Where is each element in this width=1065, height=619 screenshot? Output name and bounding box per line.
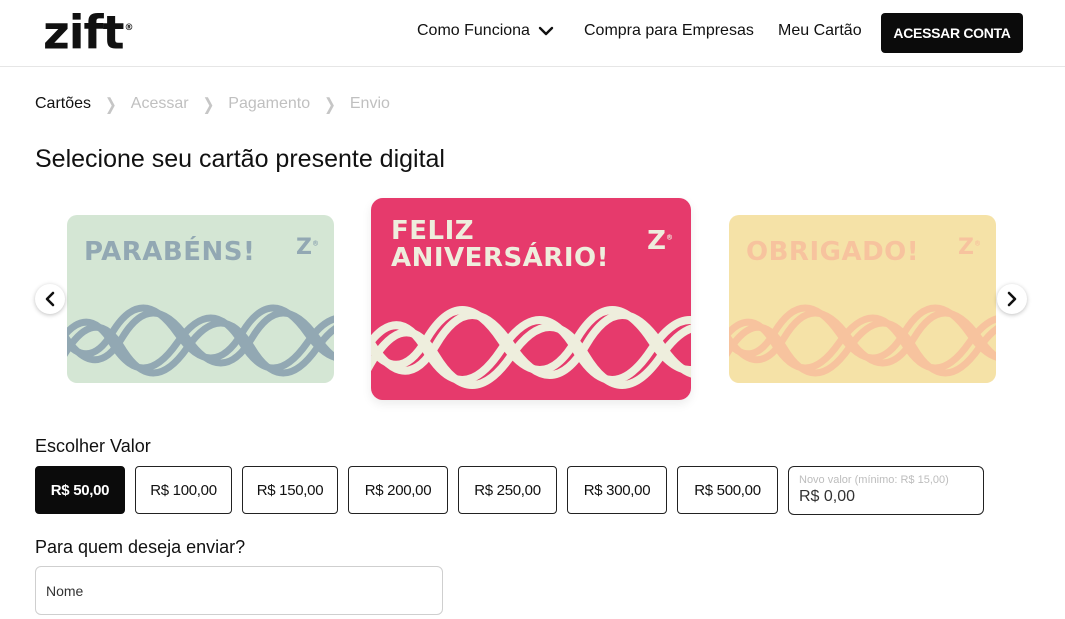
value-option-50[interactable]: R$ 50,00 xyxy=(35,466,125,514)
logo-text[interactable]: zift xyxy=(43,5,125,59)
site-header: zift® Como Funciona Compra para Empresas… xyxy=(0,0,1065,67)
zift-mark-icon: Z® xyxy=(647,226,673,256)
page-title: Selecione seu cartão presente digital xyxy=(35,145,445,173)
acessar-conta-button[interactable]: ACESSAR CONTA xyxy=(881,13,1023,53)
ribbon-pattern xyxy=(729,304,996,377)
chevron-left-icon[interactable] xyxy=(43,291,57,307)
para-quem-label: Para quem deseja enviar? xyxy=(35,537,246,557)
value-option-500[interactable]: R$ 500,00 xyxy=(677,466,778,514)
zift-logo[interactable]: zift® xyxy=(43,2,134,60)
gift-card-obrigado[interactable]: OBRIGADO! Z® xyxy=(729,215,996,383)
custom-value-placeholder: Novo valor (mínimo: R$ 15,00) xyxy=(799,474,949,486)
chevron-right-icon: ❯ xyxy=(202,94,215,114)
nav-como-funciona[interactable]: Como Funciona xyxy=(417,21,554,41)
chevron-right-icon: ❯ xyxy=(324,94,336,114)
carousel-next-button[interactable] xyxy=(997,284,1027,314)
value-option-200[interactable]: R$ 200,00 xyxy=(348,466,448,514)
escolher-valor-label: Escolher Valor xyxy=(35,436,151,456)
name-input[interactable] xyxy=(35,566,443,615)
value-option-250[interactable]: R$ 250,00 xyxy=(458,466,557,514)
value-option-300[interactable]: R$ 300,00 xyxy=(567,466,667,514)
nav-como-funciona-label[interactable]: Como Funciona xyxy=(417,21,530,41)
nav-compra-empresas[interactable]: Compra para Empresas xyxy=(584,21,754,41)
nav-meu-cartao[interactable]: Meu Cartão xyxy=(778,21,862,41)
chevron-right-icon[interactable] xyxy=(1005,291,1019,307)
card-title-line2: ANIVERSÁRIO! xyxy=(391,243,609,274)
breadcrumb: Cartões ❯ Acessar ❯ Pagamento ❯ Envio xyxy=(35,94,390,114)
card-title-line1: FELIZ xyxy=(391,216,475,246)
zift-mark-icon: Z® xyxy=(958,235,981,260)
breadcrumb-acessar: Acessar xyxy=(130,95,189,112)
logo-registered-mark: ® xyxy=(124,23,134,33)
chevron-right-icon: ❯ xyxy=(105,94,117,114)
custom-value-input[interactable]: R$ 0,00 xyxy=(799,488,855,506)
ribbon-pattern xyxy=(67,304,334,377)
carousel-prev-button[interactable] xyxy=(35,284,65,314)
gift-card-feliz-aniversario[interactable]: FELIZ ANIVERSÁRIO! Z® xyxy=(371,198,691,400)
breadcrumb-envio: Envio xyxy=(349,95,390,112)
card-title: OBRIGADO! xyxy=(746,237,920,267)
gift-card-parabens[interactable]: PARABÉNS! Z® xyxy=(67,215,334,383)
ribbon-pattern xyxy=(371,306,691,389)
chevron-down-icon[interactable] xyxy=(538,25,554,37)
card-title: PARABÉNS! xyxy=(84,237,256,267)
card-title: FELIZ ANIVERSÁRIO! xyxy=(391,216,609,274)
custom-value-field[interactable]: Novo valor (mínimo: R$ 15,00) R$ 0,00 xyxy=(788,466,984,515)
breadcrumb-cartoes[interactable]: Cartões xyxy=(35,94,91,114)
breadcrumb-pagamento: Pagamento xyxy=(228,95,311,112)
value-option-100[interactable]: R$ 100,00 xyxy=(135,466,232,514)
value-option-150[interactable]: R$ 150,00 xyxy=(242,466,338,514)
zift-mark-icon: Z® xyxy=(296,235,319,260)
